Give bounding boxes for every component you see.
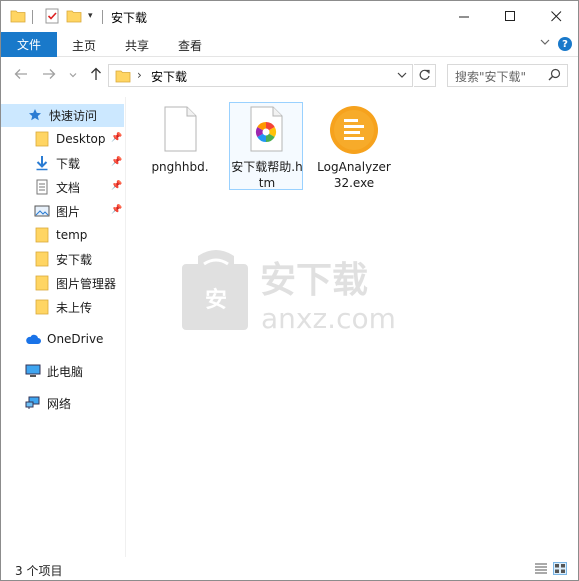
- title-bar: ▾ 安下载: [1, 1, 578, 32]
- file-name: LogAnalyzer32.exe: [317, 160, 391, 190]
- details-view-icon[interactable]: [534, 562, 548, 575]
- properties-icon[interactable]: [44, 8, 60, 26]
- sidebar-item-temp[interactable]: temp: [34, 224, 87, 246]
- sidebar-item-label: temp: [56, 228, 88, 242]
- log-analyzer-app-icon: [329, 105, 379, 158]
- refresh-icon: [419, 69, 430, 80]
- sidebar-item-pictures[interactable]: 图片: [34, 200, 80, 222]
- close-button[interactable]: [533, 1, 579, 32]
- watermark-logo: 安 安下载 anxz.com: [182, 244, 397, 337]
- html-file-icon: [248, 106, 284, 155]
- sidebar-item-downloads[interactable]: 下载: [34, 152, 80, 174]
- document-icon: [34, 179, 50, 195]
- address-dropdown-chevron-icon[interactable]: [397, 70, 407, 83]
- recent-locations-chevron-icon[interactable]: [69, 71, 77, 82]
- search-placeholder: 搜索"安下载": [455, 70, 527, 84]
- customize-toolbar-dropdown-icon[interactable]: ▾: [88, 11, 93, 29]
- tab-file[interactable]: 文件: [1, 32, 57, 57]
- status-bar: 3 个项目: [1, 557, 578, 581]
- explorer-window: ▾ 安下载 文件 主页 共享 查看 ? › 安下载 搜索"安下载" 快速访问 D…: [0, 0, 579, 581]
- item-count: 3 个项目: [15, 564, 63, 578]
- refresh-button[interactable]: [414, 64, 436, 87]
- search-input[interactable]: 搜索"安下载": [447, 64, 568, 87]
- up-arrow-icon[interactable]: [89, 67, 103, 85]
- sidebar-item-this-pc[interactable]: 此电脑: [25, 360, 83, 382]
- cloud-icon: [25, 331, 41, 347]
- sidebar-item-not-uploaded[interactable]: 未上传: [34, 296, 92, 318]
- sidebar-item-desktop[interactable]: Desktop: [34, 128, 106, 150]
- breadcrumb-segment[interactable]: 安下载: [151, 68, 187, 85]
- pin-icon[interactable]: 📌: [111, 157, 122, 167]
- sidebar-item-label: 图片: [56, 204, 81, 219]
- file-name: pnghhbd.: [151, 160, 209, 174]
- sidebar-item-onedrive[interactable]: OneDrive: [25, 328, 103, 350]
- sidebar-item-quick-access[interactable]: 快速访问: [27, 104, 97, 126]
- navigation-bar: › 安下载 搜索"安下载": [1, 58, 578, 94]
- watermark-title: 安下载: [260, 260, 368, 301]
- tab-share[interactable]: 共享: [125, 37, 149, 54]
- sidebar-item-network[interactable]: 网络: [25, 392, 71, 414]
- breadcrumb-separator[interactable]: ›: [137, 68, 142, 82]
- computer-icon: [25, 363, 41, 379]
- star-icon: [27, 107, 43, 123]
- sidebar-item-documents[interactable]: 文档: [34, 176, 80, 198]
- expand-ribbon-chevron-icon[interactable]: [540, 37, 550, 50]
- blank-file-icon: [162, 106, 198, 155]
- sidebar-item-anxz[interactable]: 安下载: [34, 248, 92, 270]
- file-item[interactable]: pnghhbd.: [143, 103, 217, 191]
- sidebar-item-label: 图片管理器: [56, 276, 117, 291]
- navigation-pane: 快速访问 Desktop 📌 下载 📌 文档 📌 图片 📌 temp 安下载 图…: [1, 97, 126, 557]
- network-icon: [25, 395, 41, 411]
- forward-arrow-icon[interactable]: [42, 67, 56, 85]
- sidebar-item-label: 未上传: [56, 300, 93, 315]
- sidebar-item-label: 安下载: [56, 252, 93, 267]
- sidebar-item-label: 文档: [56, 180, 81, 195]
- watermark-domain: anxz.com: [261, 302, 396, 334]
- download-icon: [34, 155, 50, 171]
- folder-icon: [34, 131, 50, 147]
- new-folder-icon[interactable]: [66, 8, 82, 26]
- pin-icon[interactable]: 📌: [111, 181, 122, 191]
- file-name: 安下载帮助.htm: [231, 160, 303, 190]
- watermark-badge-char: 安: [205, 287, 227, 313]
- sidebar-item-label: OneDrive: [47, 332, 104, 346]
- back-arrow-icon[interactable]: [14, 67, 28, 85]
- toolbar-separator: [32, 10, 33, 24]
- ribbon-tabs: 文件 主页 共享 查看 ?: [1, 32, 578, 57]
- file-item-selected[interactable]: 安下载帮助.htm: [229, 102, 303, 190]
- tab-view[interactable]: 查看: [178, 37, 202, 54]
- address-bar[interactable]: › 安下载: [108, 64, 413, 87]
- picture-icon: [34, 203, 50, 219]
- folder-icon: [34, 275, 50, 291]
- file-item[interactable]: LogAnalyzer32.exe: [317, 103, 391, 191]
- sidebar-item-label: 快速访问: [49, 108, 98, 123]
- minimize-button[interactable]: [441, 1, 487, 32]
- help-icon[interactable]: ?: [558, 37, 572, 51]
- quick-access-folder-icon[interactable]: [10, 8, 26, 26]
- window-title: 安下载: [111, 11, 148, 25]
- folder-icon: [34, 299, 50, 315]
- folder-icon: [34, 251, 50, 267]
- search-icon[interactable]: [548, 68, 561, 85]
- pin-icon[interactable]: 📌: [111, 205, 122, 215]
- sidebar-item-label: Desktop: [56, 132, 106, 146]
- sidebar-item-label: 此电脑: [47, 364, 84, 379]
- pin-icon[interactable]: 📌: [111, 133, 122, 143]
- folder-icon: [34, 227, 50, 243]
- large-icons-view-icon[interactable]: [553, 562, 567, 575]
- toolbar-separator: [102, 10, 103, 24]
- sidebar-item-label: 网络: [47, 396, 72, 411]
- sidebar-item-label: 下载: [56, 156, 81, 171]
- sidebar-item-picture-manager[interactable]: 图片管理器: [34, 272, 116, 294]
- tab-home[interactable]: 主页: [72, 37, 96, 54]
- folder-icon: [115, 68, 131, 87]
- maximize-button[interactable]: [487, 1, 533, 32]
